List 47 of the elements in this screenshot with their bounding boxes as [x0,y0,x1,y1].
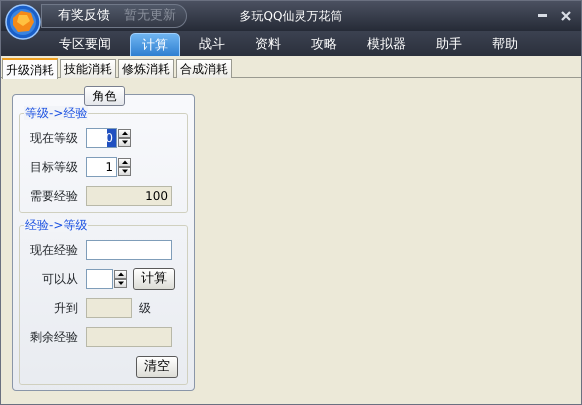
up-arrow-icon [120,130,128,137]
nav-tab[interactable]: 战斗 [188,33,236,56]
down-arrow-icon [116,280,124,287]
header-link: 暂无更新 [124,7,176,26]
group-title: 等级->经验 [24,106,88,120]
up-arrow-icon [120,159,128,166]
nav-tab[interactable]: 资料 [244,33,292,56]
nav-tab[interactable]: 模拟器 [356,33,417,56]
field-label: 现在经验 [29,242,79,259]
spin-up-button[interactable] [114,270,127,279]
tab[interactable]: 技能消耗 [60,59,116,78]
readonly-field[interactable]: 100 [86,186,172,206]
tab[interactable]: 合成消耗 [176,59,232,78]
field-label: 剩余经验 [29,329,79,346]
nav-tab[interactable]: 帮助 [481,33,529,56]
spin-down-button[interactable] [114,279,127,288]
field-label: 现在等级 [29,130,79,147]
tab[interactable]: 升级消耗 [2,58,58,79]
spin-down-button[interactable] [118,167,131,176]
calculate-button[interactable]: 计算 [133,268,175,290]
field-label: 目标等级 [29,159,79,176]
window-title: 多玩QQ仙灵万花筒 [240,9,342,23]
spin-down-button[interactable] [118,138,131,147]
field-label: 可以从 [41,271,79,288]
tab[interactable]: 修炼消耗 [118,59,174,78]
header-link[interactable]: 有奖反馈 [58,6,110,26]
nav-tab[interactable]: 助手 [425,33,473,56]
number-field[interactable] [86,269,113,289]
minimize-icon[interactable] [538,14,547,18]
group-title: 经验->等级 [24,218,88,232]
nav-tab[interactable]: 专区要闻 [48,33,122,56]
readonly-field[interactable] [86,327,172,347]
unit-label: 级 [139,300,151,317]
up-arrow-icon [116,271,124,278]
field-label: 需要经验 [29,188,79,205]
down-arrow-icon [120,168,128,175]
spin-up-button[interactable] [118,129,131,138]
clear-button[interactable]: 清空 [136,356,178,378]
text-field[interactable] [86,240,172,260]
nav-tab[interactable]: 攻略 [300,33,348,56]
spin-up-button[interactable] [118,158,131,167]
down-arrow-icon [120,139,128,146]
field-label: 升到 [53,300,79,317]
number-field[interactable]: 1 [86,157,117,177]
panel-title-button[interactable]: 角色 [84,86,125,106]
readonly-field[interactable] [86,298,132,318]
close-icon[interactable] [561,11,571,21]
